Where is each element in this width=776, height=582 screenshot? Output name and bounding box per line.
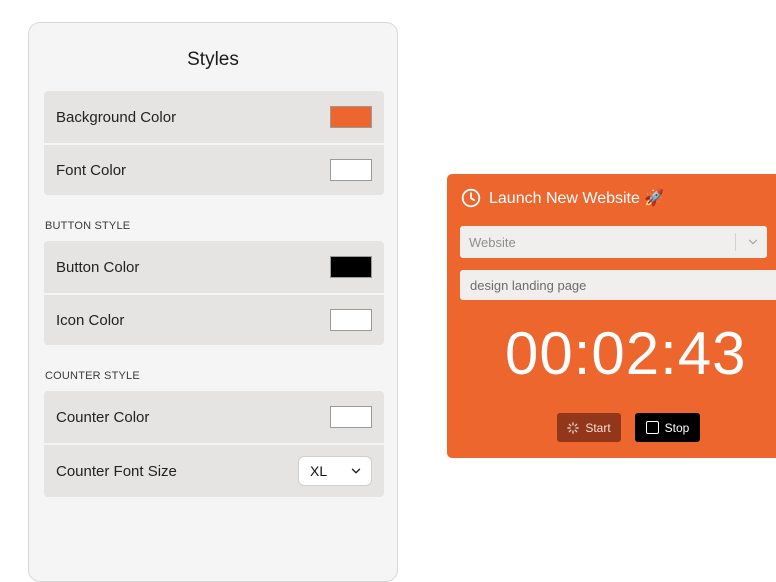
counter-font-size-label: Counter Font Size (56, 462, 177, 480)
font-color-swatch[interactable] (330, 159, 372, 181)
counter-font-size-row: Counter Font Size XL (44, 443, 384, 497)
styles-panel: Styles Background Color Font Color BUTTO… (28, 22, 398, 582)
font-color-row: Font Color (44, 143, 384, 195)
button-style-group: Button Color Icon Color (44, 241, 384, 345)
chevron-down-icon (748, 239, 758, 245)
counter-style-heading: COUNTER STYLE (45, 370, 140, 382)
font-color-label: Font Color (56, 161, 127, 179)
panel-title: Styles (187, 49, 239, 70)
timer-widget: Launch New Website 🚀 Website 00:02:43 St… (447, 174, 776, 458)
start-button-label: Start (585, 420, 611, 435)
counter-color-label: Counter Color (56, 408, 150, 426)
button-style-heading: BUTTON STYLE (45, 220, 131, 232)
background-color-label: Background Color (56, 108, 177, 126)
icon-color-label: Icon Color (56, 311, 125, 329)
widget-title-text: Launch New Website 🚀 (489, 190, 665, 207)
task-input[interactable] (460, 270, 776, 300)
counter-color-swatch[interactable] (330, 406, 372, 428)
stop-button-label: Stop (664, 420, 690, 435)
counter-color-row: Counter Color (44, 391, 384, 443)
counter-font-size-select[interactable]: XL (298, 456, 372, 486)
counter-font-size-value: XL (310, 463, 328, 479)
counter-style-group: Counter Color Counter Font Size XL (44, 391, 384, 497)
timer-counter: 00:02:43 (505, 320, 747, 387)
widget-title: Launch New Website 🚀 (461, 188, 664, 208)
button-color-row: Button Color (44, 241, 384, 293)
spinner-icon (567, 421, 580, 434)
button-color-swatch[interactable] (330, 256, 372, 278)
project-select-value: Website (469, 234, 516, 250)
background-color-row: Background Color (44, 91, 384, 143)
general-style-group: Background Color Font Color (44, 91, 384, 195)
stop-square-icon (645, 421, 659, 434)
button-color-label: Button Color (56, 258, 140, 276)
icon-color-row: Icon Color (44, 293, 384, 345)
select-divider (735, 233, 736, 251)
background-color-swatch[interactable] (330, 106, 372, 128)
chevron-down-icon (351, 468, 361, 474)
clock-icon (461, 188, 481, 208)
stop-button[interactable]: Stop (635, 413, 700, 442)
project-select[interactable]: Website (460, 226, 767, 258)
start-button[interactable]: Start (557, 413, 621, 442)
icon-color-swatch[interactable] (330, 309, 372, 331)
